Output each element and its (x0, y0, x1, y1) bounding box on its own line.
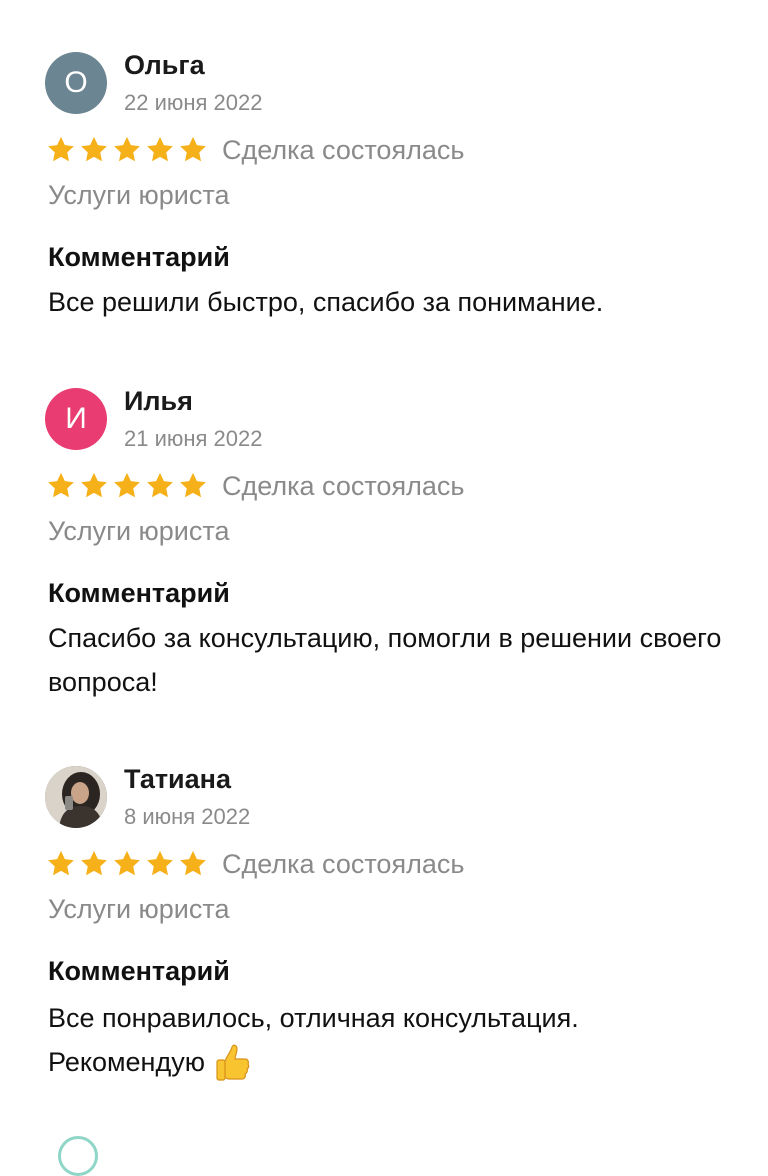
star-icon (147, 136, 173, 162)
star-icon (180, 136, 206, 162)
service-name: Услуги юриста (48, 180, 230, 210)
star-icon (114, 850, 140, 876)
comment-heading: Комментарий (48, 956, 230, 986)
rating-row: Сделка состоялась (46, 130, 464, 170)
review-card: Татиана 8 июня 2022 Сделка состоялась Ус… (0, 740, 768, 1130)
star-icon (81, 136, 107, 162)
comment-body: Все понравилось, отличная консультация. … (48, 1003, 579, 1077)
avatar-letter: И (65, 402, 87, 435)
star-icon (147, 472, 173, 498)
comment-heading: Комментарий (48, 242, 230, 272)
star-icon (48, 850, 74, 876)
comment-text: Спасибо за консультацию, помогли в решен… (48, 623, 722, 697)
service-name: Услуги юриста (48, 894, 230, 924)
star-rating (46, 471, 208, 501)
author-name[interactable]: Татиана (124, 764, 231, 795)
avatar[interactable]: О (45, 52, 107, 114)
rating-row: Сделка состоялась (46, 844, 464, 884)
avatar[interactable] (45, 766, 107, 828)
star-icon (114, 472, 140, 498)
thumbs-up-icon (216, 1044, 250, 1081)
star-icon (180, 472, 206, 498)
comment-heading: Комментарий (48, 578, 230, 608)
service-name: Услуги юриста (48, 516, 230, 546)
star-icon (81, 850, 107, 876)
deal-status: Сделка состоялась (222, 134, 465, 165)
review-date: 22 июня 2022 (124, 90, 263, 115)
review-card: О Ольга 22 июня 2022 Сделка состоялась У… (0, 0, 768, 360)
deal-status: Сделка состоялась (222, 470, 465, 501)
star-icon (81, 472, 107, 498)
star-icon (114, 136, 140, 162)
review-date: 8 июня 2022 (124, 804, 251, 829)
author-name[interactable]: Ольга (124, 50, 205, 81)
star-rating (46, 849, 208, 879)
next-review-avatar (58, 1136, 98, 1176)
star-rating (46, 135, 208, 165)
profile-photo-icon (45, 766, 107, 828)
star-icon (48, 472, 74, 498)
avatar[interactable]: И (45, 388, 107, 450)
star-icon (180, 850, 206, 876)
comment-text: Все решили быстро, спасибо за понимание. (48, 287, 604, 317)
rating-row: Сделка состоялась (46, 466, 464, 506)
review-date: 21 июня 2022 (124, 426, 263, 451)
review-card: И Илья 21 июня 2022 Сделка состоялась Ус… (0, 360, 768, 740)
star-icon (48, 136, 74, 162)
avatar-letter: О (64, 66, 88, 99)
star-icon (147, 850, 173, 876)
comment-text: Все понравилось, отличная консультация. … (48, 996, 688, 1084)
deal-status: Сделка состоялась (222, 848, 465, 879)
author-name[interactable]: Илья (124, 386, 193, 417)
